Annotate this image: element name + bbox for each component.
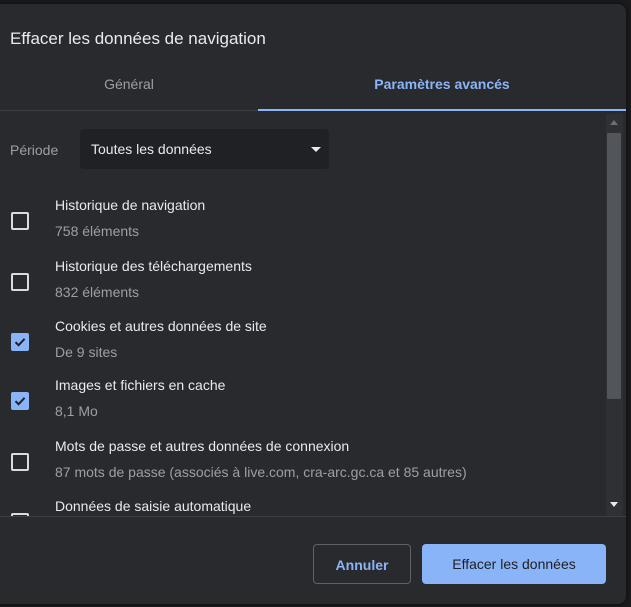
item-detail: 832 éléments: [55, 284, 140, 300]
item-detail: 758 éléments: [55, 223, 140, 239]
item-detail: De 9 sites: [55, 344, 118, 360]
scrollbar-thumb[interactable]: [607, 133, 621, 399]
checkbox-download-history[interactable]: [11, 273, 29, 291]
cancel-button[interactable]: Annuler: [313, 544, 411, 584]
item-label: Images et fichiers en cache: [55, 377, 226, 393]
period-label: Période: [10, 142, 59, 158]
tab-advanced[interactable]: Paramètres avancés: [258, 64, 626, 111]
dropdown-caret-icon: [311, 147, 321, 152]
item-label: Mots de passe et autres données de conne…: [55, 438, 350, 454]
period-select[interactable]: Toutes les données: [80, 129, 329, 169]
checkbox-browsing-history[interactable]: [11, 212, 29, 230]
checkbox-passwords[interactable]: [11, 453, 29, 471]
item-label: Historique des téléchargements: [55, 258, 252, 274]
item-download-history[interactable]: Historique des téléchargements 832 éléme…: [0, 258, 606, 314]
checkbox-cached-images[interactable]: [11, 392, 29, 410]
clear-data-button[interactable]: Effacer les données: [422, 544, 606, 584]
check-icon: [14, 397, 26, 406]
item-label: Cookies et autres données de site: [55, 318, 267, 334]
scroll-down-arrow-icon[interactable]: [610, 502, 618, 507]
item-detail: 8,1 Mo: [55, 403, 98, 419]
checkbox-cookies[interactable]: [11, 333, 29, 351]
tab-bar: Général Paramètres avancés: [0, 64, 626, 111]
check-icon: [14, 338, 26, 347]
dialog-title: Effacer les données de navigation: [10, 29, 266, 48]
tab-general[interactable]: Général: [0, 64, 258, 110]
item-cookies[interactable]: Cookies et autres données de site De 9 s…: [0, 318, 606, 374]
footer-divider: [0, 516, 626, 517]
item-detail: 87 mots de passe (associés à live.com, c…: [55, 464, 467, 480]
item-passwords[interactable]: Mots de passe et autres données de conne…: [0, 438, 606, 494]
item-browsing-history[interactable]: Historique de navigation 758 éléments: [0, 197, 606, 253]
settings-list: Période Toutes les données Historique de…: [0, 111, 606, 517]
period-value: Toutes les données: [91, 141, 212, 157]
item-autofill[interactable]: Données de saisie automatique: [0, 498, 606, 517]
clear-browsing-data-dialog: Effacer les données de navigation Généra…: [0, 4, 626, 604]
scroll-up-arrow-icon[interactable]: [610, 120, 618, 125]
item-label: Données de saisie automatique: [55, 498, 252, 514]
item-label: Historique de navigation: [55, 197, 206, 213]
item-cached-images[interactable]: Images et fichiers en cache 8,1 Mo: [0, 377, 606, 433]
